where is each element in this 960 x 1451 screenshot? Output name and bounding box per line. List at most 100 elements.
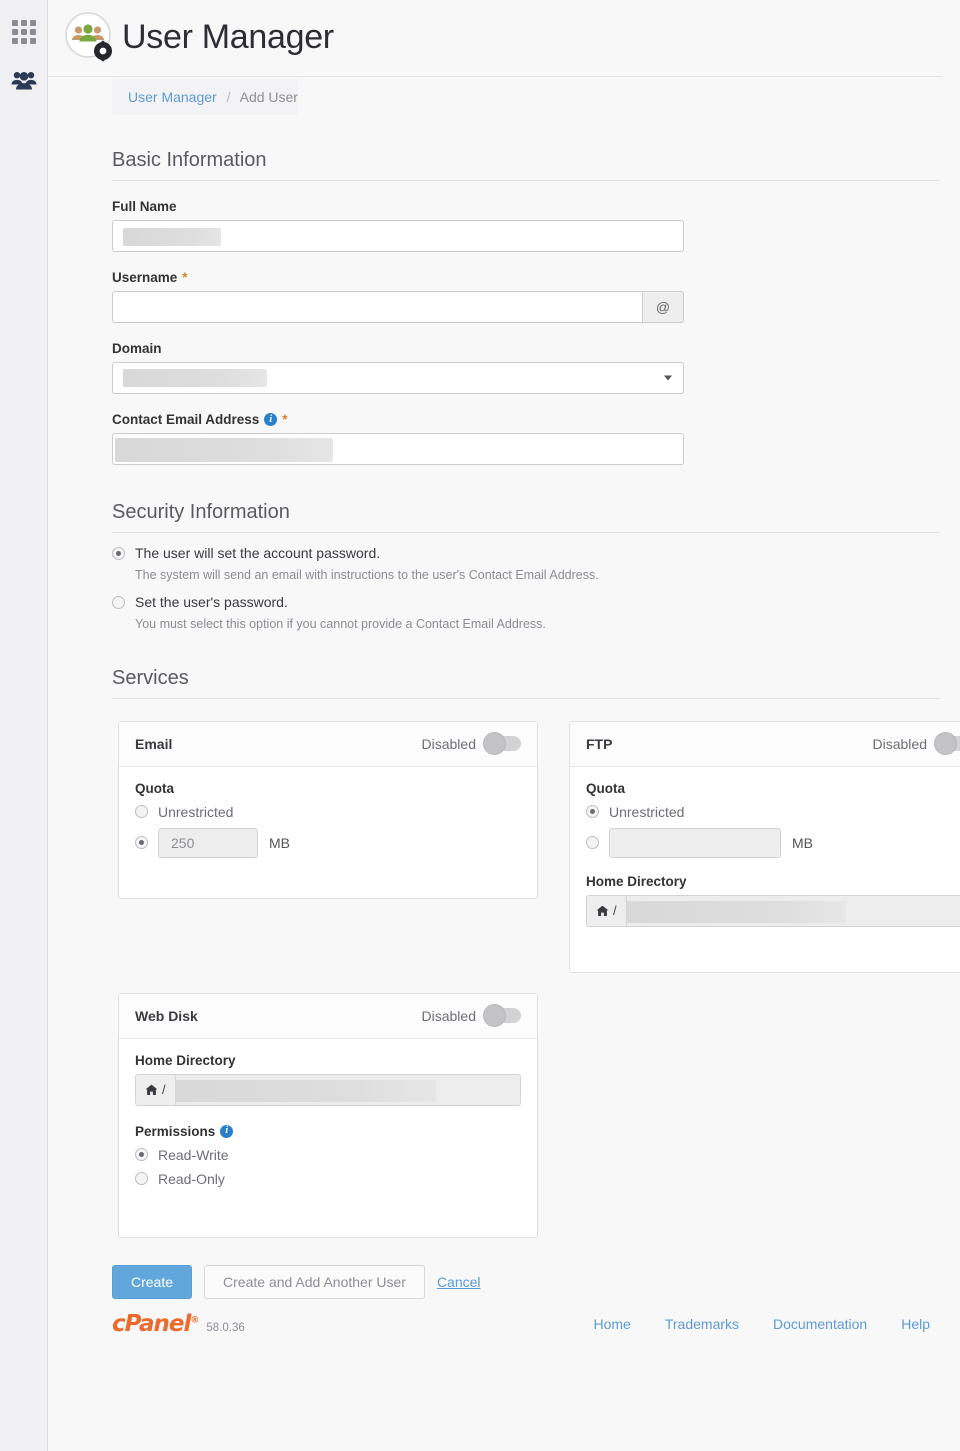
webdisk-permission-read-write-row[interactable]: Read-Write bbox=[135, 1147, 521, 1163]
cpanel-brand: cPanel® 58.0.36 bbox=[112, 1311, 245, 1337]
sidebar bbox=[0, 0, 48, 1451]
radio-webdisk-read-write[interactable] bbox=[135, 1148, 148, 1162]
form-actions: Create Create and Add Another User Cance… bbox=[112, 1264, 940, 1299]
contact-email-redacted-value bbox=[115, 438, 333, 462]
email-toggle-wrap[interactable]: Disabled bbox=[421, 732, 521, 756]
breadcrumb-current: Add User bbox=[239, 89, 298, 105]
email-enable-toggle[interactable] bbox=[483, 732, 521, 756]
webdisk-permission-0-label: Read-Write bbox=[158, 1146, 229, 1163]
service-card-webdisk: Web Disk Disabled Home Directory / Permi… bbox=[118, 992, 538, 1238]
radio-ftp-quota-custom[interactable] bbox=[586, 836, 599, 850]
email-quota-unrestricted-label: Unrestricted bbox=[158, 803, 234, 820]
email-quota-custom-row[interactable]: 250 MB bbox=[135, 827, 521, 858]
home-icon bbox=[145, 1084, 158, 1095]
ftp-quota-custom-row[interactable]: MB bbox=[586, 827, 960, 858]
ftp-quota-unit: MB bbox=[792, 834, 813, 851]
username-input-group: @ bbox=[112, 291, 684, 323]
ftp-toggle-knob bbox=[934, 732, 957, 756]
info-icon[interactable]: i bbox=[264, 413, 278, 426]
section-heading-services: Services bbox=[112, 667, 940, 699]
webdisk-toggle-label: Disabled bbox=[421, 1007, 476, 1024]
label-contact-email: Contact Email Address i * bbox=[112, 412, 940, 427]
info-icon[interactable]: i bbox=[220, 1124, 234, 1138]
footer-links: Home Trademarks Documentation Help bbox=[594, 1316, 941, 1332]
at-symbol-addon: @ bbox=[642, 291, 684, 323]
webdisk-home-directory-group: / bbox=[135, 1073, 521, 1106]
field-full-name: Full Name bbox=[112, 199, 940, 252]
webdisk-card-body: Home Directory / Permissions i Read-Writ… bbox=[119, 1039, 537, 1203]
field-username: Username * @ bbox=[112, 270, 940, 323]
required-marker-username: * bbox=[182, 270, 188, 285]
security-option-set-password[interactable]: Set the user's password. You must select… bbox=[112, 594, 940, 631]
ftp-enable-toggle[interactable] bbox=[934, 732, 960, 756]
ftp-home-directory-group: / bbox=[586, 894, 960, 927]
field-domain: Domain bbox=[112, 341, 940, 394]
ftp-quota-input[interactable] bbox=[609, 827, 781, 858]
radio-ftp-quota-unrestricted[interactable] bbox=[586, 805, 599, 819]
contact-email-input[interactable] bbox=[112, 433, 684, 465]
email-quota-input[interactable]: 250 bbox=[158, 827, 258, 858]
domain-redacted-value bbox=[123, 369, 267, 387]
webdisk-permission-1-label: Read-Only bbox=[158, 1170, 225, 1187]
webdisk-permissions-label-text: Permissions bbox=[135, 1123, 216, 1139]
create-button[interactable]: Create bbox=[112, 1264, 193, 1299]
service-card-email: Email Disabled Quota Unrestricted 250 MB bbox=[118, 720, 538, 899]
email-quota-unrestricted-row[interactable]: Unrestricted bbox=[135, 804, 521, 820]
service-card-ftp: FTP Disabled Quota Unrestricted MB Home … bbox=[569, 720, 960, 973]
sidebar-item-user-manager[interactable] bbox=[0, 56, 48, 104]
email-toggle-knob bbox=[483, 732, 506, 756]
page-title: User Manager bbox=[122, 17, 334, 56]
ftp-home-directory-redacted-value bbox=[626, 900, 846, 923]
cpanel-logo-text: cPanel bbox=[112, 1310, 191, 1337]
ftp-home-directory-label: Home Directory bbox=[586, 873, 687, 889]
security-option-user-sets-password[interactable]: The user will set the account password. … bbox=[112, 545, 940, 582]
chevron-down-icon bbox=[664, 375, 672, 381]
cpanel-trademark: ® bbox=[190, 1314, 199, 1325]
ftp-quota-label: Quota bbox=[586, 780, 625, 796]
radio-set-password[interactable] bbox=[112, 595, 125, 609]
security-option-0-help: The system will send an email with instr… bbox=[135, 567, 599, 582]
sidebar-item-apps[interactable] bbox=[0, 8, 48, 56]
security-option-1-help: You must select this option if you canno… bbox=[135, 616, 546, 631]
webdisk-home-directory-addon: / bbox=[135, 1073, 176, 1106]
radio-user-sets-password[interactable] bbox=[112, 547, 125, 560]
footer-link-documentation[interactable]: Documentation bbox=[773, 1316, 867, 1332]
footer-link-trademarks[interactable]: Trademarks bbox=[665, 1316, 739, 1332]
radio-email-quota-custom[interactable] bbox=[135, 836, 148, 850]
ftp-toggle-wrap[interactable]: Disabled bbox=[873, 732, 960, 756]
footer-link-home[interactable]: Home bbox=[594, 1316, 631, 1332]
user-manager-page: User Manager User Manager / Add User Bas… bbox=[0, 0, 960, 1451]
webdisk-permission-read-only-row[interactable]: Read-Only bbox=[135, 1171, 521, 1187]
radio-email-quota-unrestricted[interactable] bbox=[135, 805, 148, 819]
ftp-card-body: Quota Unrestricted MB Home Directory / bbox=[570, 767, 960, 943]
ftp-home-directory-input[interactable] bbox=[626, 894, 960, 927]
webdisk-toggle-knob bbox=[483, 1004, 506, 1028]
full-name-input[interactable] bbox=[112, 220, 684, 252]
webdisk-enable-toggle[interactable] bbox=[483, 1004, 521, 1028]
email-toggle-label: Disabled bbox=[421, 735, 476, 752]
email-quota-label: Quota bbox=[135, 780, 174, 796]
breadcrumb: User Manager / Add User bbox=[112, 79, 298, 115]
webdisk-toggle-wrap[interactable]: Disabled bbox=[421, 1004, 521, 1028]
security-options: The user will set the account password. … bbox=[112, 545, 940, 631]
email-quota-unit: MB bbox=[269, 834, 290, 851]
webdisk-card-title: Web Disk bbox=[135, 1007, 198, 1024]
username-input[interactable] bbox=[112, 291, 642, 323]
create-and-add-another-user-button[interactable]: Create and Add Another User bbox=[204, 1264, 425, 1299]
webdisk-home-directory-input[interactable] bbox=[175, 1073, 521, 1106]
page-footer: cPanel® 58.0.36 Home Trademarks Document… bbox=[48, 1299, 960, 1337]
footer-link-help[interactable]: Help bbox=[901, 1316, 930, 1332]
label-domain-text: Domain bbox=[112, 341, 162, 356]
required-marker-contact-email: * bbox=[282, 412, 288, 427]
cancel-link[interactable]: Cancel bbox=[437, 1274, 481, 1290]
ftp-home-directory-prefix: / bbox=[613, 903, 617, 919]
webdisk-home-directory-redacted-value bbox=[175, 1079, 436, 1102]
ftp-quota-unrestricted-row[interactable]: Unrestricted bbox=[586, 804, 960, 820]
ftp-home-directory-addon: / bbox=[586, 894, 627, 927]
app-header: User Manager bbox=[48, 0, 942, 77]
domain-select[interactable] bbox=[112, 362, 684, 394]
ftp-quota-unrestricted-label: Unrestricted bbox=[609, 803, 685, 820]
breadcrumb-link-user-manager[interactable]: User Manager bbox=[128, 89, 217, 105]
ftp-card-title: FTP bbox=[586, 735, 613, 752]
radio-webdisk-read-only[interactable] bbox=[135, 1172, 148, 1186]
